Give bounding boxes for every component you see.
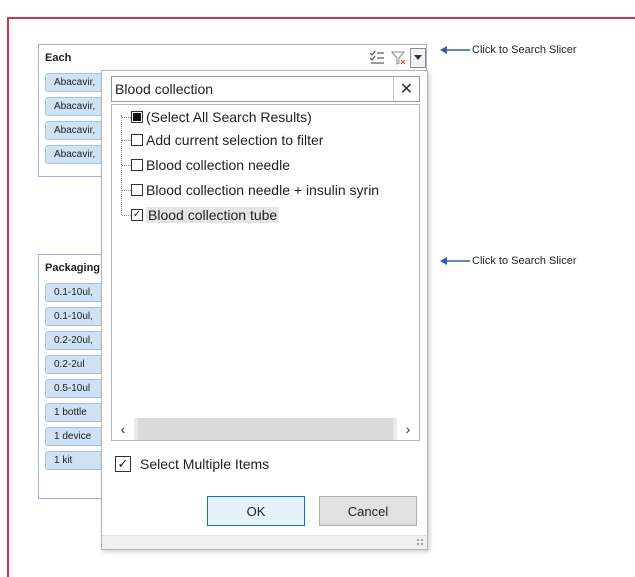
search-input-value: Blood collection	[115, 81, 214, 97]
select-multiple-label: Select Multiple Items	[140, 456, 270, 472]
close-icon[interactable]: ✕	[393, 77, 419, 101]
multi-select-icon[interactable]	[366, 48, 388, 68]
search-input[interactable]: Blood collection ✕	[111, 76, 420, 102]
resize-grip-icon[interactable]	[416, 538, 424, 546]
callout-top: Click to Search Slicer	[440, 44, 577, 56]
checkbox[interactable]	[131, 159, 143, 171]
list-item[interactable]: ✓ Blood collection tube	[122, 204, 419, 226]
list-item-label: Blood collection needle + insulin syrin	[146, 182, 380, 198]
list-item[interactable]: Blood collection needle	[122, 154, 419, 176]
ok-button[interactable]: OK	[207, 496, 305, 526]
select-multiple-toggle[interactable]: ✓ Select Multiple Items	[115, 456, 269, 472]
callout-top-text: Click to Search Slicer	[472, 44, 577, 56]
list-item-label: Add current selection to filter	[146, 132, 324, 148]
callout-bottom-text: Click to Search Slicer	[472, 255, 577, 267]
dropdown-arrow-icon[interactable]	[410, 47, 426, 68]
check-icon[interactable]: ✓	[115, 456, 131, 472]
left-arrow-icon	[440, 46, 470, 54]
checkbox[interactable]	[131, 134, 143, 146]
callout-bottom: Click to Search Slicer	[440, 255, 577, 267]
list-item[interactable]: (Select All Search Results)	[122, 106, 419, 128]
list-item-label: Blood collection needle	[146, 157, 290, 173]
filter-list: (Select All Search Results) Add current …	[111, 104, 420, 441]
clear-filter-icon[interactable]	[388, 48, 410, 68]
slicer-each-toolbar	[366, 45, 426, 70]
checkbox[interactable]	[131, 184, 143, 196]
scroll-left-icon[interactable]: ‹	[112, 418, 134, 440]
list-item[interactable]: Add current selection to filter	[122, 129, 419, 151]
scrollbar-thumb[interactable]	[138, 418, 393, 440]
list-item[interactable]: Blood collection needle + insulin syrin	[122, 179, 419, 201]
checkbox-checked[interactable]: ✓	[131, 209, 143, 221]
horizontal-scrollbar[interactable]: ‹ ›	[112, 418, 419, 440]
list-item-label: Blood collection tube	[146, 207, 280, 223]
slicer-search-popup: Blood collection ✕ (Select All Search Re…	[101, 70, 428, 550]
popup-statusbar	[102, 535, 427, 549]
cancel-button[interactable]: Cancel	[319, 496, 417, 526]
left-arrow-icon	[440, 257, 470, 265]
checkbox-indeterminate[interactable]	[131, 111, 143, 123]
scroll-right-icon[interactable]: ›	[397, 418, 419, 440]
list-item-label: (Select All Search Results)	[146, 109, 312, 125]
